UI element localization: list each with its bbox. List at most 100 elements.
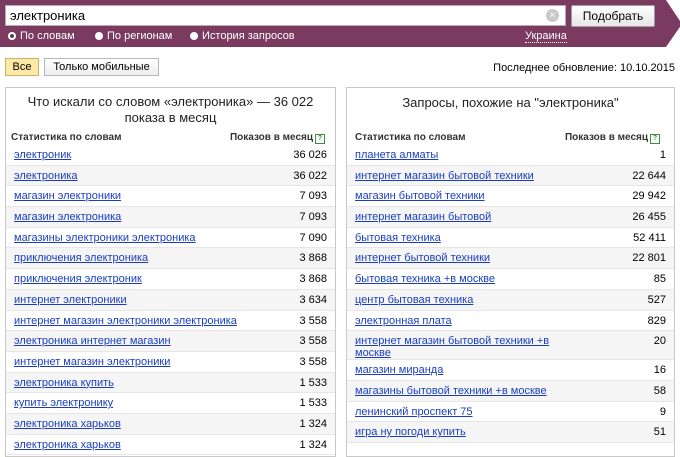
count-value: 85 bbox=[653, 273, 666, 286]
count-value: 7 093 bbox=[299, 211, 327, 224]
table-row: магазин электроника 7 093 bbox=[6, 207, 335, 228]
phrase-link[interactable]: интернет магазин бытовой bbox=[355, 211, 491, 223]
table-row: электроника интернет магазин 3 558 bbox=[6, 331, 335, 352]
mode-by-words[interactable]: По словам bbox=[8, 30, 75, 42]
phrase-link[interactable]: электроника харьков bbox=[14, 418, 121, 430]
column-header-phrase: Статистика по словам bbox=[11, 132, 122, 143]
search-input[interactable] bbox=[10, 7, 530, 24]
radio-icon bbox=[190, 32, 198, 40]
table-row: планета алматы 1 bbox=[347, 145, 674, 166]
phrase-link[interactable]: магазин электроники bbox=[14, 190, 121, 202]
count-value: 3 868 bbox=[299, 252, 327, 265]
table-row: электроник 36 026 bbox=[6, 145, 335, 166]
phrase-link[interactable]: игра ну погоди купить bbox=[355, 426, 466, 438]
table-row: интернет электроники 3 634 bbox=[6, 289, 335, 311]
phrase-link[interactable]: интернет магазин электроники электроника bbox=[14, 315, 237, 327]
phrase-link[interactable]: электроника харьков bbox=[14, 439, 121, 451]
right-rows: планета алматы 1 интернет магазин бытовой… bbox=[347, 145, 674, 443]
column-header-label: Показов в месяц bbox=[564, 132, 648, 143]
phrase-link[interactable]: интернет магазин электроники bbox=[14, 356, 170, 368]
phrase-link[interactable]: магазин бытовой техники bbox=[355, 190, 485, 202]
count-value: 36 026 bbox=[293, 149, 327, 161]
panel-title: Запросы, похожие на "электроника" bbox=[402, 95, 619, 110]
phrase-link[interactable]: бытовая техника +в москве bbox=[355, 273, 495, 285]
count-value: 3 558 bbox=[299, 314, 327, 327]
column-header-label: Показов в месяц bbox=[229, 132, 313, 143]
phrase-link[interactable]: электроника интернет магазин bbox=[14, 335, 171, 347]
count-value: 7 093 bbox=[299, 190, 327, 203]
mode-history[interactable]: История запросов bbox=[190, 30, 295, 42]
phrase-link[interactable]: интернет бытовой техники bbox=[355, 252, 490, 264]
radio-icon bbox=[8, 32, 16, 40]
phrase-link[interactable]: приключения электроник bbox=[14, 273, 142, 285]
phrase-link[interactable]: планета алматы bbox=[355, 149, 438, 161]
phrase-link[interactable]: электронная плата bbox=[355, 315, 452, 327]
table-row: электроника купить 1 533 bbox=[6, 372, 335, 394]
search-box: × bbox=[5, 5, 566, 26]
count-value: 527 bbox=[647, 293, 666, 306]
mode-by-regions[interactable]: По регионам bbox=[95, 30, 172, 42]
phrase-link[interactable]: купить электронику bbox=[14, 397, 113, 409]
table-row: игра ну погоди купить 51 bbox=[347, 422, 674, 443]
count-value: 3 634 bbox=[299, 293, 327, 306]
table-row: купить электронику 1 533 bbox=[6, 393, 335, 414]
phrase-link[interactable]: электроника купить bbox=[14, 377, 114, 389]
phrase-link[interactable]: приключения электроника bbox=[14, 252, 148, 264]
clear-icon[interactable]: × bbox=[546, 9, 559, 22]
table-row: бытовая техника +в москве 85 bbox=[347, 269, 674, 290]
count-value: 3 558 bbox=[299, 355, 327, 368]
last-updated: Последнее обновление: 10.10.2015 bbox=[493, 62, 675, 74]
table-row: интернет магазин электроники электроника… bbox=[6, 311, 335, 332]
phrase-link[interactable]: магазины электроники электроника bbox=[14, 232, 196, 244]
count-value: 22 801 bbox=[632, 252, 666, 265]
count-value: 1 533 bbox=[299, 376, 327, 389]
mode-label: История запросов bbox=[202, 30, 295, 42]
table-row: магазины бытовой техники +в москве 58 bbox=[347, 380, 674, 402]
phrase-link[interactable]: интернет электроники bbox=[14, 294, 127, 306]
table-row: интернет магазин бытовой техники 22 644 bbox=[347, 165, 674, 187]
table-row: бытовая техника 52 411 bbox=[347, 228, 674, 249]
table-row: интернет магазин бытовой 26 455 bbox=[347, 207, 674, 228]
table-row: интернет магазин электроники 3 558 bbox=[6, 352, 335, 373]
phrase-link[interactable]: ленинский проспект 75 bbox=[355, 406, 473, 418]
count-value: 20 bbox=[653, 335, 666, 348]
search-bar: × Подобрать По словам По регионам Истори… bbox=[0, 0, 680, 47]
phrase-link[interactable]: электроника bbox=[14, 170, 78, 182]
help-icon[interactable]: ? bbox=[315, 134, 325, 144]
filter-all-button[interactable]: Все bbox=[5, 58, 39, 76]
count-value: 3 558 bbox=[299, 335, 327, 348]
phrase-link[interactable]: бытовая техника bbox=[355, 232, 441, 244]
region-link[interactable]: Украина bbox=[525, 30, 567, 43]
count-value: 9 bbox=[659, 405, 666, 418]
table-row: магазины электроники электроника 7 090 bbox=[6, 228, 335, 249]
left-panel: Что искали со словом «электроника» — 36 … bbox=[5, 87, 336, 457]
filter-mobile-button[interactable]: Только мобильные bbox=[44, 58, 159, 76]
count-value: 58 bbox=[653, 384, 666, 397]
column-header-phrase: Статистика по словам bbox=[355, 132, 466, 143]
count-value: 7 090 bbox=[299, 231, 327, 244]
count-value: 1 324 bbox=[299, 417, 327, 430]
phrase-link[interactable]: интернет магазин бытовой техники bbox=[355, 170, 534, 182]
phrase-link[interactable]: центр бытовая техника bbox=[355, 294, 473, 306]
phrase-link[interactable]: магазин электроника bbox=[14, 211, 121, 223]
phrase-link[interactable]: магазин миранда bbox=[355, 364, 443, 376]
submit-button[interactable]: Подобрать bbox=[571, 5, 655, 27]
table-row: интернет магазин бытовой техники +в моск… bbox=[347, 331, 674, 361]
count-value: 16 bbox=[653, 364, 666, 377]
count-value: 1 533 bbox=[299, 397, 327, 410]
phrase-link[interactable]: интернет магазин бытовой техники +в моск… bbox=[355, 335, 565, 359]
count-value: 22 644 bbox=[632, 169, 666, 182]
phrase-link[interactable]: магазины бытовой техники +в москве bbox=[355, 385, 547, 397]
mode-label: По регионам bbox=[107, 30, 173, 42]
table-row: магазин бытовой техники 29 942 bbox=[347, 186, 674, 208]
help-icon[interactable]: ? bbox=[650, 134, 660, 144]
count-value: 1 bbox=[659, 149, 666, 161]
count-value: 29 942 bbox=[632, 190, 666, 203]
left-rows: электроник 36 026 электроника 36 022 магаз… bbox=[6, 145, 335, 456]
phrase-link[interactable]: электроник bbox=[14, 149, 71, 161]
count-value: 51 bbox=[653, 426, 666, 439]
count-value: 52 411 bbox=[633, 231, 666, 244]
table-row: магазин миранда 16 bbox=[347, 360, 674, 381]
table-row: приключения электроника 3 868 bbox=[6, 248, 335, 270]
table-row: интернет бытовой техники 22 801 bbox=[347, 248, 674, 270]
